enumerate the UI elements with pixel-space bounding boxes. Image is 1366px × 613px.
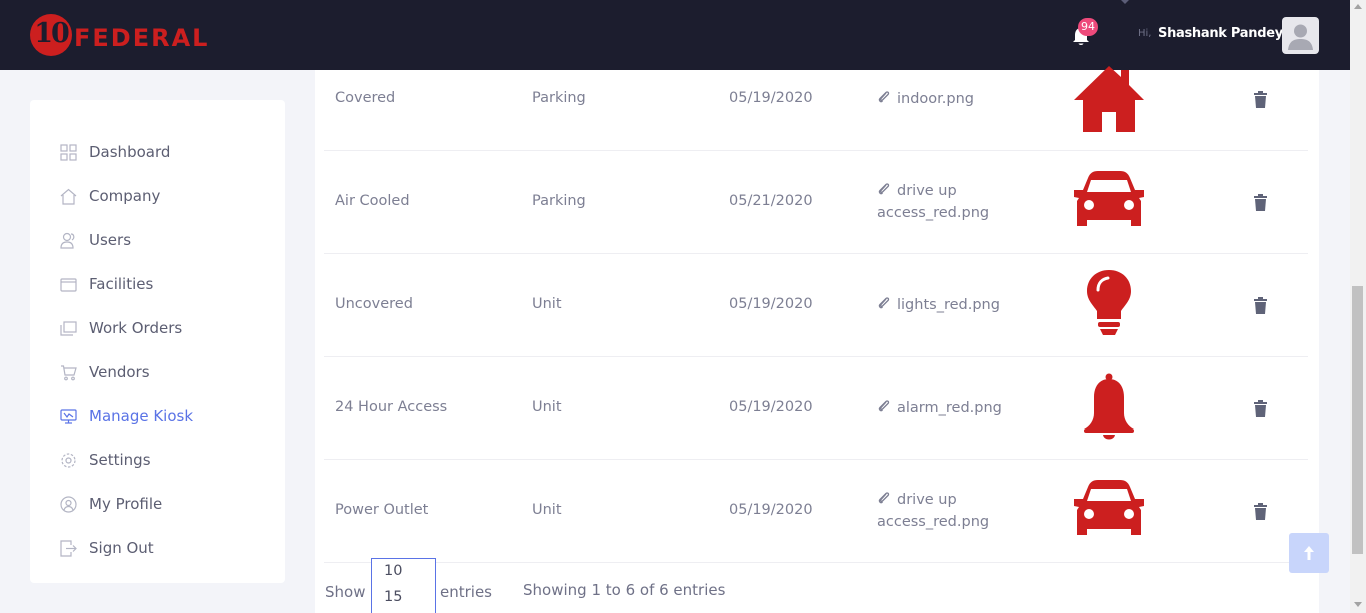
file-name: drive up access_red.png [877, 492, 990, 530]
sidebar-item-label: Settings [89, 451, 151, 469]
page-length-option[interactable]: 10 [384, 563, 402, 579]
table-row: Uncovered Unit 05/19/2020 lights_red.png [324, 254, 1308, 357]
table-row: Air Cooled Parking 05/21/2020 drive up a… [324, 151, 1308, 254]
delete-trash-icon[interactable] [1253, 194, 1268, 211]
sidebar-item-label: Vendors [89, 363, 150, 381]
sidebar-item-manage-kiosk[interactable]: Manage Kiosk [60, 404, 270, 428]
file-name: lights_red.png [897, 297, 1000, 313]
delete-trash-icon[interactable] [1253, 503, 1268, 520]
scroll-down-arrow-icon[interactable] [1354, 602, 1362, 607]
amenity-file-link[interactable]: drive up access_red.png [877, 180, 1062, 224]
amenity-name: Uncovered [335, 296, 413, 312]
show-label: Show [325, 583, 366, 601]
delete-trash-icon[interactable] [1253, 400, 1268, 417]
paperclip-icon [878, 492, 890, 504]
logo-number: 10 [34, 18, 70, 49]
sidebar: Dashboard Company Users Facilities Work … [30, 100, 285, 583]
cart-icon [61, 364, 77, 380]
sidebar-item-dashboard[interactable]: Dashboard [60, 140, 270, 164]
amenity-date: 05/21/2020 [729, 193, 813, 209]
facilities-icon [60, 277, 77, 292]
file-name: indoor.png [897, 91, 975, 107]
bell-alarm-icon [1084, 373, 1134, 440]
amenity-file-link[interactable]: lights_red.png [877, 294, 1062, 316]
amenity-type: Unit [532, 296, 562, 312]
table-info: Showing 1 to 6 of 6 entries [523, 581, 726, 599]
arrow-up-icon [1304, 546, 1314, 560]
brand-logo[interactable]: 10 FEDERAL [30, 14, 240, 58]
car-icon [1074, 171, 1144, 226]
file-name: alarm_red.png [897, 400, 1002, 416]
profile-icon [60, 495, 77, 513]
notification-badge: 94 [1078, 18, 1098, 36]
delete-trash-icon[interactable] [1253, 91, 1268, 108]
amenity-type: Unit [532, 502, 562, 518]
entries-label: entries [440, 583, 492, 601]
sidebar-item-label: Sign Out [89, 539, 154, 557]
page-length-select[interactable]: 10 15 [371, 558, 436, 613]
table-row: Covered Parking 05/19/2020 indoor.png [324, 48, 1308, 151]
page-scrollbar[interactable] [1350, 0, 1366, 613]
home-icon [60, 188, 77, 205]
house-icon [1074, 66, 1144, 132]
dropdown-caret-icon [1121, 0, 1129, 4]
lightbulb-icon [1087, 270, 1131, 335]
amenity-name: Power Outlet [335, 502, 429, 518]
paperclip-icon [878, 183, 890, 195]
sidebar-item-label: My Profile [89, 495, 163, 513]
sidebar-item-users[interactable]: Users [60, 228, 270, 252]
table-row: 24 Hour Access Unit 05/19/2020 alarm_red… [324, 357, 1308, 460]
sign-out-icon [60, 539, 77, 557]
paperclip-icon [878, 297, 890, 309]
amenity-name: 24 Hour Access [335, 399, 448, 415]
sidebar-item-label: Dashboard [89, 143, 171, 161]
sidebar-item-label: Company [89, 187, 161, 205]
scrollbar-thumb[interactable] [1352, 286, 1363, 554]
work-orders-icon [60, 320, 77, 336]
scroll-up-arrow-icon[interactable] [1354, 4, 1362, 9]
sidebar-item-label: Work Orders [89, 319, 183, 337]
amenity-name: Air Cooled [335, 193, 410, 209]
users-icon [60, 232, 75, 249]
amenity-type: Unit [532, 399, 562, 415]
sidebar-item-label: Users [89, 231, 132, 249]
user-name[interactable]: Shashank Pandey [1158, 26, 1283, 41]
amenity-type: Parking [532, 90, 586, 106]
sidebar-item-company[interactable]: Company [60, 184, 270, 208]
amenity-date: 05/19/2020 [729, 399, 813, 415]
paperclip-icon [878, 400, 890, 412]
amenity-type: Parking [532, 193, 586, 209]
amenity-date: 05/19/2020 [729, 296, 813, 312]
kiosk-amenities-table: Covered Parking 05/19/2020 indoor.png Ai… [315, 66, 1319, 613]
greeting-text: Hi, [1138, 28, 1152, 39]
sidebar-item-vendors[interactable]: Vendors [60, 360, 270, 384]
amenity-file-link[interactable]: indoor.png [877, 88, 1062, 110]
scroll-to-top-button[interactable] [1289, 533, 1329, 573]
amenity-file-link[interactable]: drive up access_red.png [877, 489, 1062, 533]
sidebar-item-sign-out[interactable]: Sign Out [60, 536, 270, 560]
sidebar-item-label: Facilities [89, 275, 154, 293]
sidebar-item-settings[interactable]: Settings [60, 448, 270, 472]
amenity-name: Covered [335, 90, 396, 106]
page-length-option[interactable]: 15 [384, 589, 402, 605]
amenity-date: 05/19/2020 [729, 90, 813, 106]
sidebar-item-label: Manage Kiosk [89, 407, 194, 425]
sidebar-item-facilities[interactable]: Facilities [60, 272, 270, 296]
kiosk-icon [60, 408, 77, 424]
delete-trash-icon[interactable] [1253, 297, 1268, 314]
gear-icon [61, 452, 76, 468]
paperclip-icon [878, 91, 890, 103]
sidebar-item-work-orders[interactable]: Work Orders [60, 316, 270, 340]
sidebar-item-my-profile[interactable]: My Profile [60, 492, 270, 516]
dashboard-icon [60, 143, 77, 161]
file-name: drive up access_red.png [877, 183, 990, 221]
amenity-date: 05/19/2020 [729, 502, 813, 518]
car-icon [1074, 480, 1144, 535]
table-footer: Show 10 15 entries Showing 1 to 6 of 6 e… [315, 548, 1319, 613]
amenity-file-link[interactable]: alarm_red.png [877, 397, 1062, 419]
logo-wordmark: FEDERAL [74, 24, 210, 52]
